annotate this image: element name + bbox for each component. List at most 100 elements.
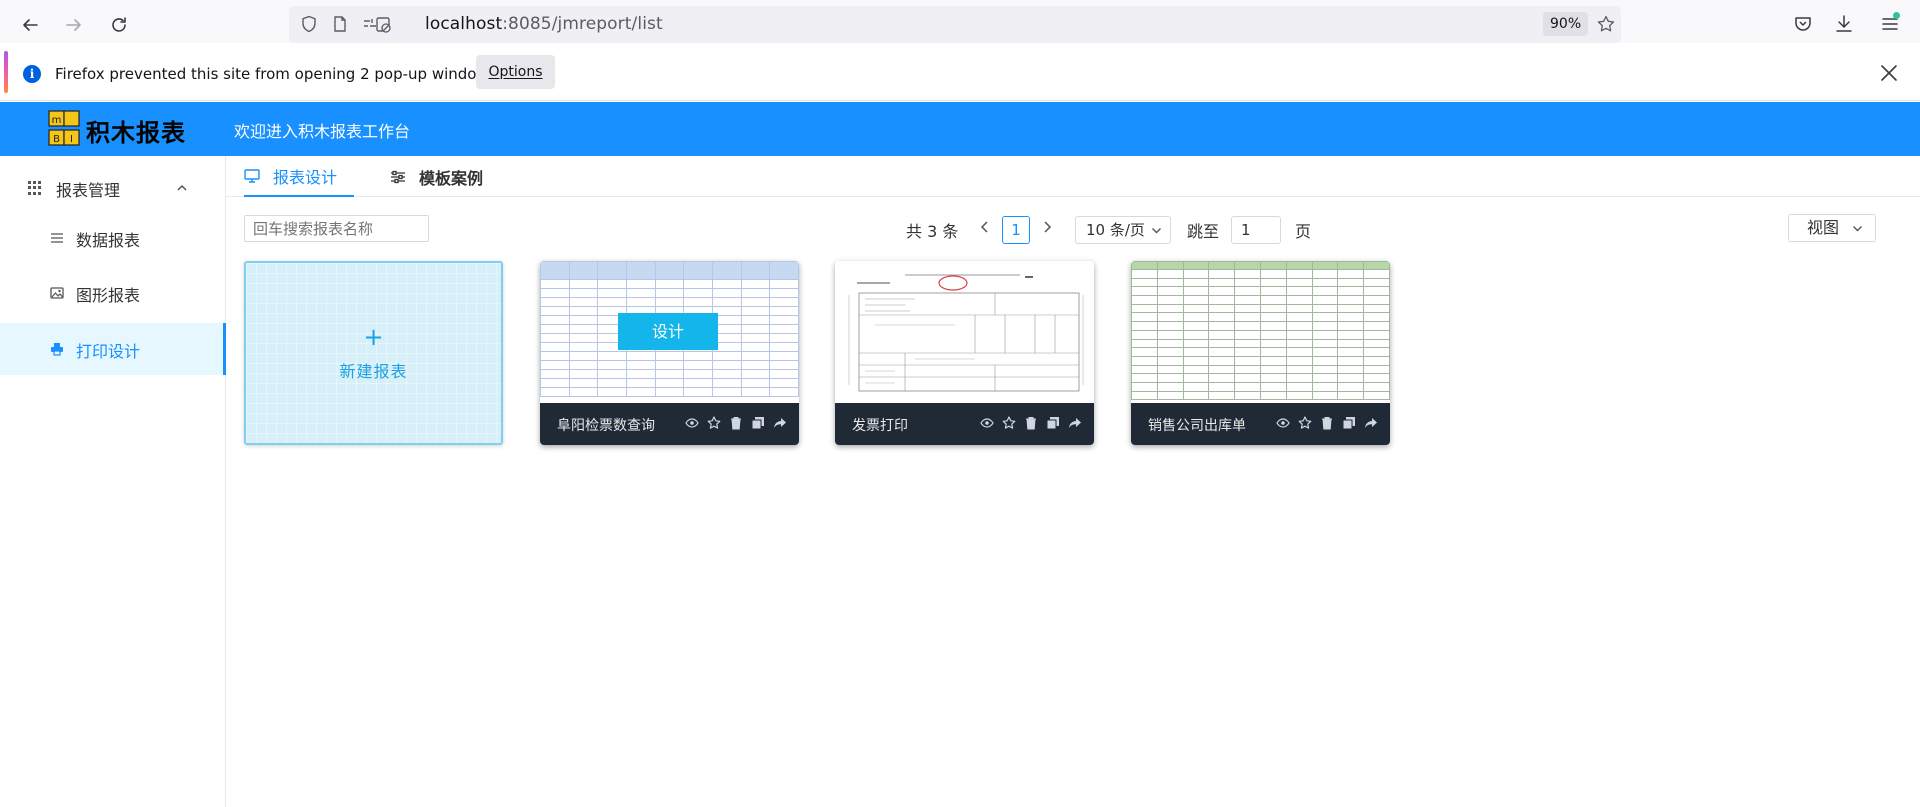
page-suffix: 页 bbox=[1295, 222, 1312, 241]
view-select[interactable]: 视图 bbox=[1788, 214, 1876, 242]
page-size-value: 10 条/页 bbox=[1086, 221, 1145, 239]
card-actions bbox=[1276, 416, 1378, 430]
image-icon bbox=[50, 287, 64, 299]
popup-message: Firefox prevented this site from opening… bbox=[55, 65, 502, 83]
arrow-right-icon bbox=[66, 19, 81, 31]
svg-text:I: I bbox=[70, 134, 73, 145]
tab-report-design[interactable]: 报表设计 bbox=[244, 156, 354, 197]
page-size-select[interactable]: 10 条/页 bbox=[1075, 216, 1171, 244]
chevron-down-icon bbox=[1152, 228, 1161, 234]
notification-accent bbox=[4, 51, 8, 93]
info-icon: i bbox=[23, 65, 41, 83]
report-card[interactable]: 销售公司出库单 bbox=[1131, 261, 1390, 445]
card-title: 发票打印 bbox=[852, 418, 908, 434]
share-icon[interactable] bbox=[1364, 416, 1378, 430]
search-input[interactable] bbox=[244, 215, 429, 242]
report-thumbnail[interactable] bbox=[1131, 261, 1390, 403]
monitor-icon bbox=[244, 168, 260, 183]
tab-template-examples[interactable]: 模板案例 bbox=[390, 156, 500, 197]
new-report-label: 新建报表 bbox=[339, 362, 408, 381]
report-thumbnail[interactable]: 设计 bbox=[540, 261, 799, 403]
card-title: 销售公司出库单 bbox=[1148, 418, 1246, 434]
update-dot bbox=[1893, 12, 1900, 19]
sidebar-item-chart-report[interactable]: 图形报表 bbox=[0, 267, 226, 319]
pagination-total: 共 3 条 bbox=[906, 222, 959, 241]
back-button[interactable] bbox=[12, 7, 48, 43]
chevron-left-icon[interactable] bbox=[978, 220, 992, 234]
jump-label: 跳至 bbox=[1187, 222, 1220, 241]
close-icon[interactable] bbox=[1878, 62, 1900, 84]
delete-trash-icon[interactable] bbox=[1320, 416, 1334, 430]
card-title: 阜阳检票数查询 bbox=[557, 418, 655, 434]
sidebar-group-report-management[interactable]: 报表管理 bbox=[0, 166, 226, 210]
forward-button[interactable] bbox=[56, 7, 92, 43]
sidebar: 报表管理 数据报表 图形报表 打印设计 bbox=[0, 156, 226, 807]
list-icon bbox=[51, 233, 63, 243]
pocket-icon[interactable] bbox=[1792, 13, 1814, 35]
thumbnail-table bbox=[1131, 261, 1390, 401]
delete-trash-icon[interactable] bbox=[1024, 416, 1038, 430]
card-actions bbox=[980, 416, 1082, 430]
popup-blocked-bar: i Firefox prevented this site from openi… bbox=[0, 43, 1920, 101]
chevron-right-icon[interactable] bbox=[1040, 220, 1054, 234]
invoice-thumbnail bbox=[848, 274, 1084, 392]
card-footer: 阜阳检票数查询 bbox=[540, 403, 799, 445]
preview-eye-icon[interactable] bbox=[685, 416, 699, 430]
chevron-down-icon bbox=[1853, 226, 1862, 232]
report-card[interactable]: 设计 阜阳检票数查询 bbox=[540, 261, 799, 445]
favorite-star-icon[interactable] bbox=[707, 416, 721, 430]
reload-button[interactable] bbox=[101, 7, 137, 43]
bookmark-star-icon[interactable] bbox=[1597, 15, 1615, 33]
favorite-star-icon[interactable] bbox=[1002, 416, 1016, 430]
page-icon[interactable] bbox=[331, 15, 349, 33]
copy-icon[interactable] bbox=[751, 416, 765, 430]
pagination-current-page[interactable]: 1 bbox=[1002, 216, 1030, 244]
delete-trash-icon[interactable] bbox=[729, 416, 743, 430]
new-report-card[interactable]: + 新建报表 bbox=[244, 261, 503, 445]
card-footer: 销售公司出库单 bbox=[1131, 403, 1390, 445]
report-thumbnail[interactable] bbox=[835, 261, 1094, 403]
report-card[interactable]: 发票打印 bbox=[835, 261, 1094, 445]
preview-eye-icon[interactable] bbox=[1276, 416, 1290, 430]
tab-label: 报表设计 bbox=[273, 167, 338, 187]
grid-icon bbox=[28, 181, 42, 195]
card-footer: 发票打印 bbox=[835, 403, 1094, 445]
url-bar[interactable]: localhost:8085/jmreport/list 90% bbox=[289, 6, 1621, 43]
welcome-text: 欢迎进入积木报表工作台 bbox=[234, 122, 411, 141]
arrow-left-icon bbox=[23, 19, 38, 31]
design-button[interactable]: 设计 bbox=[618, 313, 718, 350]
svg-text:m: m bbox=[52, 115, 62, 126]
sidebar-item-data-report[interactable]: 数据报表 bbox=[0, 212, 226, 264]
favorite-star-icon[interactable] bbox=[1298, 416, 1312, 430]
plus-icon: + bbox=[363, 323, 384, 351]
share-icon[interactable] bbox=[773, 416, 787, 430]
svg-text:B: B bbox=[53, 134, 60, 145]
printer-icon bbox=[51, 343, 63, 356]
jump-page-input[interactable]: 1 bbox=[1231, 216, 1281, 244]
sidebar-item-label: 图形报表 bbox=[76, 286, 141, 305]
reload-icon bbox=[112, 17, 126, 32]
sidebar-item-print-design[interactable]: 打印设计 bbox=[0, 323, 226, 375]
app-header: m B I 积木报表 欢迎进入积木报表工作台 bbox=[0, 102, 1920, 156]
zoom-indicator[interactable]: 90% bbox=[1543, 12, 1589, 36]
tab-bar: 报表设计 模板案例 bbox=[226, 156, 1920, 197]
downloads-icon[interactable] bbox=[1833, 13, 1855, 35]
sidebar-item-label: 数据报表 bbox=[76, 231, 141, 250]
options-button[interactable]: Options bbox=[476, 55, 555, 89]
preview-eye-icon[interactable] bbox=[980, 416, 994, 430]
permissions-icon[interactable] bbox=[362, 15, 392, 33]
sidebar-item-label: 打印设计 bbox=[76, 342, 141, 361]
sidebar-group-label: 报表管理 bbox=[56, 181, 121, 200]
copy-icon[interactable] bbox=[1046, 416, 1060, 430]
view-label: 视图 bbox=[1807, 218, 1840, 237]
shield-icon[interactable] bbox=[300, 15, 318, 33]
logo-text: 积木报表 bbox=[86, 118, 186, 147]
share-icon[interactable] bbox=[1068, 416, 1082, 430]
copy-icon[interactable] bbox=[1342, 416, 1356, 430]
card-actions bbox=[685, 416, 787, 430]
logo-icon[interactable]: m B I bbox=[46, 110, 86, 148]
chevron-up-icon bbox=[177, 184, 187, 191]
sliders-icon bbox=[391, 170, 405, 183]
tab-label: 模板案例 bbox=[419, 168, 484, 188]
url-text[interactable]: localhost:8085/jmreport/list bbox=[425, 14, 663, 34]
